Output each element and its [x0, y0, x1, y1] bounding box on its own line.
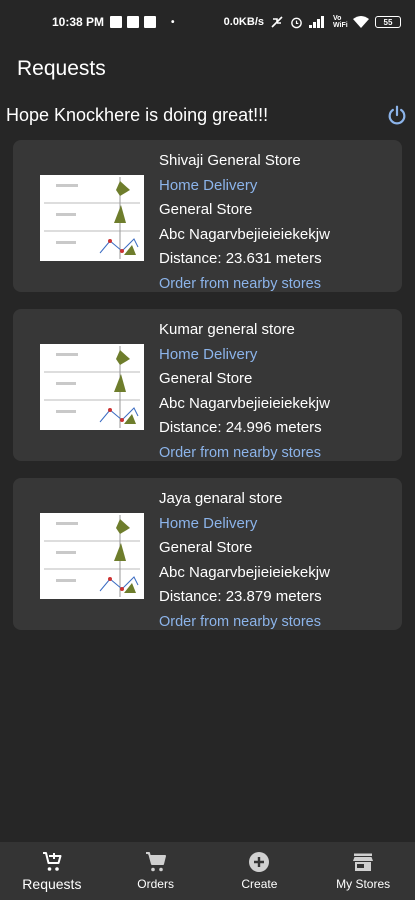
data-saver-icon	[271, 16, 283, 28]
bottom-navigation: Requests Orders Create My Stores	[0, 842, 415, 900]
add-circle-icon	[249, 852, 270, 872]
battery-icon: 55	[375, 16, 401, 28]
more-notifications-icon: •	[171, 16, 175, 28]
order-link[interactable]: Order from nearby stores	[159, 441, 330, 466]
store-info: Shivaji General Store Home Delivery Gene…	[159, 149, 330, 296]
volte-wifi-icon: Vo WiFi	[333, 15, 348, 29]
app-bar: Requests	[0, 44, 415, 94]
order-link[interactable]: Order from nearby stores	[159, 610, 330, 635]
store-category: General Store	[159, 370, 253, 387]
store-name: Jaya genaral store	[159, 490, 283, 507]
store-info: Jaya genaral store Home Delivery General…	[159, 487, 330, 634]
store-address: Abc Nagarvbejieieiekekjw	[159, 563, 330, 581]
store-address: Abc Nagarvbejieieiekekjw	[159, 225, 330, 243]
store-card[interactable]: Shivaji General Store Home Delivery Gene…	[13, 140, 402, 292]
signal-icon	[309, 16, 324, 28]
greeting-row: Hope Knockhere is doing great!!!	[0, 94, 415, 136]
store-name: Shivaji General Store	[159, 152, 301, 169]
store-category: General Store	[159, 539, 253, 556]
store-icon	[353, 853, 374, 871]
nav-label: My Stores	[336, 877, 391, 891]
store-name: Kumar general store	[159, 321, 295, 338]
cart-icon	[145, 852, 166, 872]
store-distance: Distance: 23.879 meters	[159, 588, 322, 605]
store-address: Abc Nagarvbejieieiekekjw	[159, 394, 330, 412]
status-bar: 10:38 PM • 0.0KB/s Vo WiFi 55	[0, 0, 415, 44]
store-card[interactable]: Kumar general store Home Delivery Genera…	[13, 309, 402, 461]
nav-create[interactable]: Create	[208, 842, 312, 900]
nav-label: Orders	[137, 877, 174, 891]
nav-label: Requests	[22, 876, 82, 892]
status-time: 10:38 PM	[52, 15, 105, 29]
store-distance: Distance: 24.996 meters	[159, 419, 322, 436]
store-thumbnail	[40, 513, 144, 599]
order-link[interactable]: Order from nearby stores	[159, 272, 330, 297]
delivery-type: Home Delivery	[159, 345, 258, 363]
nav-label: Create	[241, 877, 278, 891]
nav-my-stores[interactable]: My Stores	[311, 842, 415, 900]
store-category: General Store	[159, 201, 253, 218]
store-distance: Distance: 23.631 meters	[159, 250, 322, 267]
store-list: Shivaji General Store Home Delivery Gene…	[0, 140, 415, 630]
delivery-type: Home Delivery	[159, 176, 258, 194]
greeting-text: Hope Knockhere is doing great!!!	[6, 104, 269, 125]
network-speed: 0.0KB/s	[223, 16, 264, 28]
store-info: Kumar general store Home Delivery Genera…	[159, 318, 330, 465]
page-title: Requests	[17, 57, 106, 80]
power-icon[interactable]	[386, 104, 408, 126]
notification-icon	[110, 16, 123, 28]
delivery-type: Home Delivery	[159, 514, 258, 532]
wifi-icon	[353, 16, 369, 28]
notification-icon	[144, 16, 157, 28]
store-thumbnail	[40, 344, 144, 430]
alarm-icon	[291, 17, 302, 28]
store-card[interactable]: Jaya genaral store Home Delivery General…	[13, 478, 402, 630]
cart-plus-icon	[42, 852, 62, 871]
notification-icon	[127, 16, 140, 28]
nav-orders[interactable]: Orders	[104, 842, 208, 900]
nav-requests[interactable]: Requests	[0, 842, 104, 900]
store-thumbnail	[40, 175, 144, 261]
